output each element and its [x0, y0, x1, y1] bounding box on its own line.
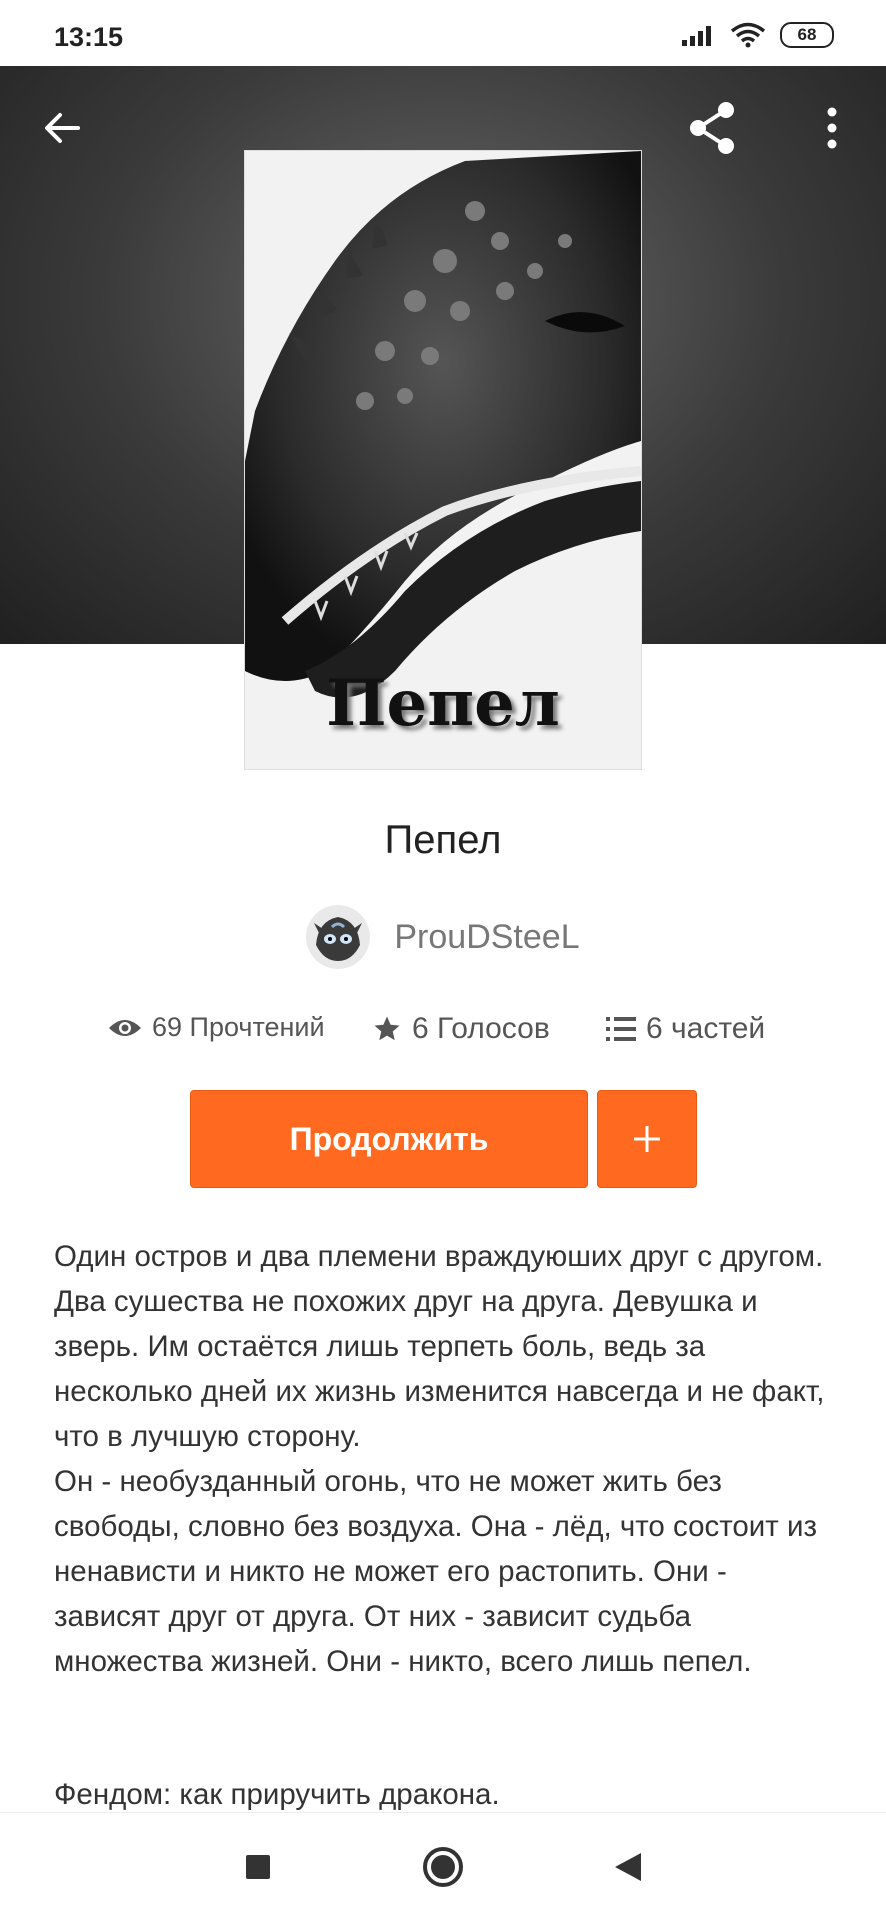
fandom-line: Фендом: как приручить дракона. [54, 1778, 500, 1811]
continue-reading-button[interactable]: Продолжить [190, 1090, 588, 1188]
arrow-back-icon [45, 113, 80, 143]
wifi-icon [730, 22, 766, 48]
triangle-back-icon [615, 1853, 641, 1881]
status-bar: 13:15 68 [0, 0, 886, 66]
more-options-button[interactable] [800, 96, 864, 160]
cover-title-text: Пепел [326, 666, 560, 741]
list-icon [606, 1017, 636, 1041]
continue-reading-label: Продолжить [289, 1120, 489, 1157]
story-title: Пепел [384, 818, 502, 862]
star-icon [374, 1016, 400, 1041]
story-description: Один остров и два племени враждуюших дру… [54, 1234, 834, 1684]
author-name[interactable]: ProuDSteeL [394, 918, 579, 957]
status-time: 13:15 [54, 22, 124, 52]
description-paragraph-1: Один остров и два племени враждуюших дру… [54, 1240, 825, 1453]
back-button[interactable] [30, 96, 94, 160]
nav-back-button[interactable] [604, 1843, 652, 1891]
plus-icon [634, 1126, 660, 1152]
add-to-library-button[interactable] [597, 1090, 697, 1188]
square-icon [246, 1855, 270, 1879]
system-navigation-bar [0, 1812, 886, 1921]
share-button[interactable] [680, 96, 744, 160]
recent-apps-button[interactable] [234, 1843, 282, 1891]
more-vert-icon [827, 107, 837, 149]
reads-count: 69 Прочтений [152, 1012, 325, 1042]
status-icons: 68 [682, 22, 834, 48]
battery-indicator: 68 [780, 22, 834, 48]
votes-stat: 6 Голосов [372, 1012, 550, 1046]
share-icon [690, 102, 734, 154]
parts-stat[interactable]: 6 частей [606, 1012, 765, 1046]
author-row[interactable]: ProuDSteeL [0, 905, 886, 969]
circle-home-icon [423, 1847, 463, 1887]
signal-icon [682, 26, 711, 46]
votes-count: 6 Голосов [412, 1012, 550, 1045]
home-button[interactable] [419, 1843, 467, 1891]
author-avatar[interactable] [306, 905, 371, 969]
book-cover[interactable]: Пепел [245, 151, 641, 769]
eye-icon [109, 1019, 141, 1036]
parts-count[interactable]: 6 частей [646, 1012, 765, 1046]
reads-stat: 69 Прочтений [108, 1012, 325, 1043]
story-stats: 69 Прочтений 6 Голосов 6 частей [0, 1012, 886, 1062]
description-paragraph-2: Он - необузданный огонь, что не может жи… [54, 1465, 817, 1678]
dragon-avatar-icon [306, 905, 371, 969]
